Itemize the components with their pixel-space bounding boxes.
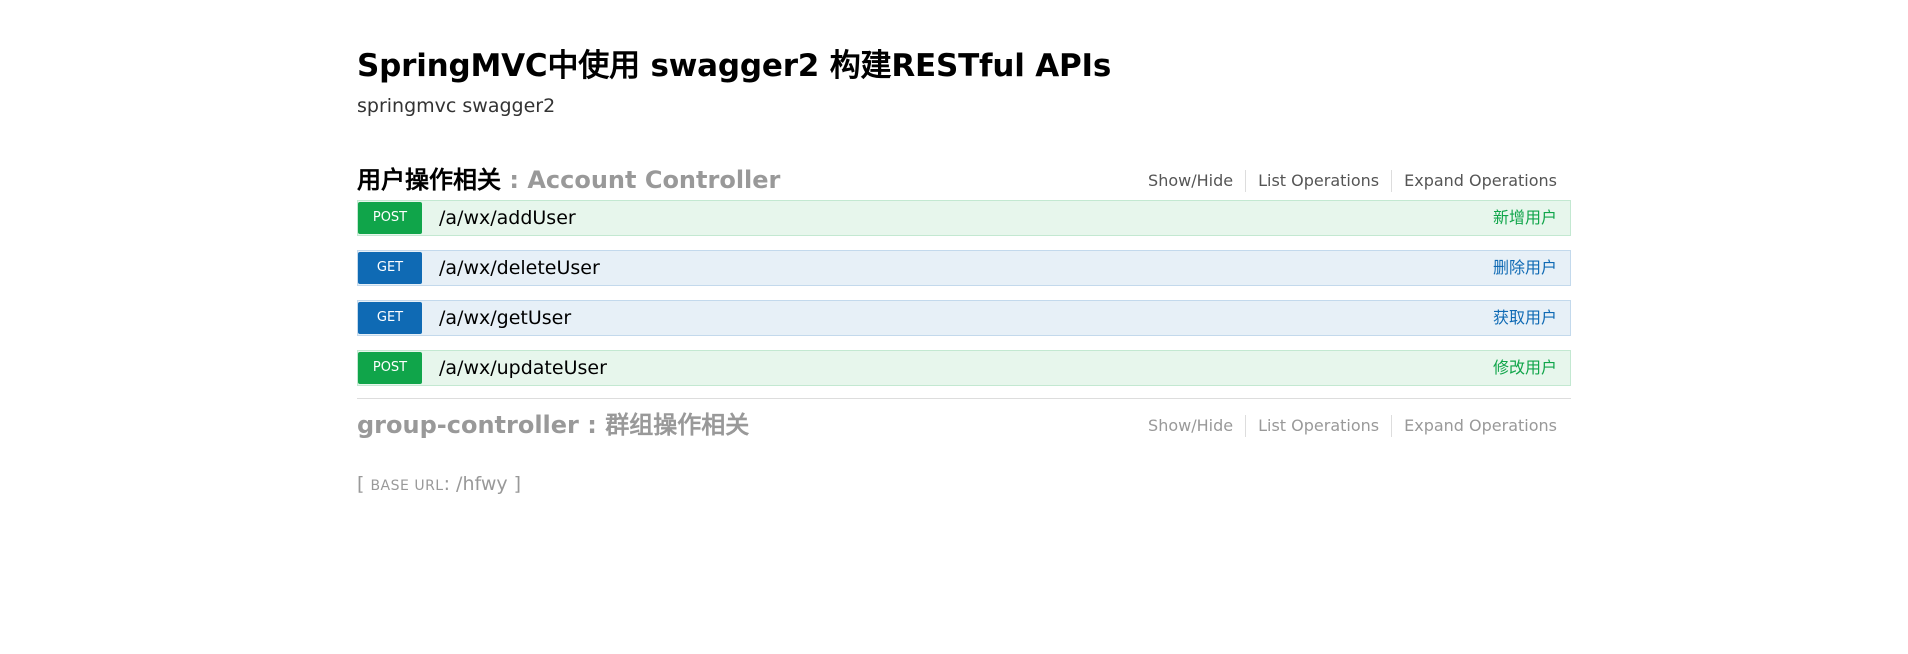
operations-list: POST /a/wx/addUser 新增用户 GET /a/wx/delete… [357,200,1571,386]
resource-description: 群组操作相关 [605,411,750,439]
operation-summary[interactable]: 获取用户 [1493,301,1557,335]
api-description: springmvc swagger2 [357,95,556,117]
resource-options: Show/Hide List Operations Expand Operati… [1136,170,1557,192]
api-title: SpringMVC中使用 swagger2 构建RESTful APIs [357,48,1112,84]
operation-path[interactable]: /a/wx/addUser [439,201,576,235]
show-hide-link[interactable]: Show/Hide [1136,415,1245,437]
swagger-container: SpringMVC中使用 swagger2 构建RESTful APIs spr… [357,46,1571,499]
base-url-close-bracket: ] [507,473,522,495]
operation-summary[interactable]: 删除用户 [1493,251,1557,285]
show-hide-link[interactable]: Show/Hide [1136,170,1245,192]
resource-separator: : [578,411,606,439]
resource-separator: : [501,166,528,194]
resource-title-link[interactable]: 用户操作相关 : Account Controller [357,164,780,196]
base-url-value: /hfwy [456,473,508,495]
operation-summary[interactable]: 修改用户 [1493,351,1557,385]
expand-operations-link[interactable]: Expand Operations [1391,415,1557,437]
resource-description: Account Controller [527,166,781,194]
operation-delete-user[interactable]: GET /a/wx/deleteUser 删除用户 [357,250,1571,286]
resource-group-controller: group-controller : 群组操作相关 Show/Hide List… [357,399,1571,443]
resource-heading: group-controller : 群组操作相关 Show/Hide List… [357,399,1571,443]
list-operations-link[interactable]: List Operations [1245,170,1391,192]
base-url-open-bracket: [ [357,473,371,495]
http-method-badge[interactable]: POST [358,202,422,234]
resource-options: Show/Hide List Operations Expand Operati… [1136,415,1557,437]
http-method-badge[interactable]: GET [358,252,422,284]
operation-add-user[interactable]: POST /a/wx/addUser 新增用户 [357,200,1571,236]
operation-path[interactable]: /a/wx/deleteUser [439,251,600,285]
http-method-badge[interactable]: GET [358,302,422,334]
base-url-label: BASE URL [370,478,444,494]
resource-title-link[interactable]: group-controller : 群组操作相关 [357,409,749,441]
expand-operations-link[interactable]: Expand Operations [1391,170,1557,192]
operation-summary[interactable]: 新增用户 [1493,201,1557,235]
operation-get-user[interactable]: GET /a/wx/getUser 获取用户 [357,300,1571,336]
list-operations-link[interactable]: List Operations [1245,415,1391,437]
operation-update-user[interactable]: POST /a/wx/updateUser 修改用户 [357,350,1571,386]
operation-path[interactable]: /a/wx/updateUser [439,351,607,385]
http-method-badge[interactable]: POST [358,352,422,384]
base-url-colon: : [443,473,457,495]
resource-account-controller: 用户操作相关 : Account Controller Show/Hide Li… [357,156,1571,399]
operation-path[interactable]: /a/wx/getUser [439,301,571,335]
base-url: [ BASE URL: /hfwy ] [357,471,1571,499]
resource-heading: 用户操作相关 : Account Controller Show/Hide Li… [357,156,1571,200]
resource-name: 用户操作相关 [357,166,501,194]
resource-name: group-controller [357,411,579,439]
